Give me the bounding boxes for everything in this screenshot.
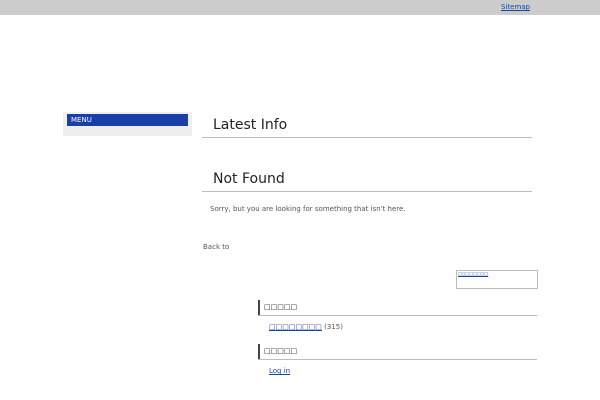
category-count: (315): [324, 323, 343, 331]
not-found-message: Sorry, but you are looking for something…: [210, 205, 406, 213]
categories-widget-title: □□□□□: [258, 300, 537, 316]
not-found-heading: Not Found: [202, 167, 532, 192]
search-widget[interactable]: □□□□□□□□: [456, 270, 538, 289]
meta-title-text: □□□□□: [264, 347, 298, 355]
latest-info-title: Latest Info: [213, 117, 288, 133]
latest-info-heading: Latest Info: [202, 113, 532, 138]
title-accent-bar: [258, 344, 260, 359]
categories-title-text: □□□□□: [264, 303, 298, 311]
menu-button[interactable]: MENU: [67, 114, 188, 126]
meta-widget-title: □□□□□: [258, 344, 537, 360]
sitemap-link[interactable]: Sitemap: [501, 3, 530, 11]
top-bar: Sitemap: [0, 0, 600, 15]
back-to-text: Back to: [203, 243, 230, 251]
login-link[interactable]: Log in: [269, 367, 290, 375]
category-item: □□□□□□□□ (315): [269, 323, 343, 331]
category-link[interactable]: □□□□□□□□: [269, 323, 322, 331]
title-accent-bar: [258, 300, 260, 315]
sidebar-menu: MENU: [63, 112, 192, 136]
not-found-title: Not Found: [213, 171, 285, 187]
search-label[interactable]: □□□□□□□□: [458, 271, 488, 276]
